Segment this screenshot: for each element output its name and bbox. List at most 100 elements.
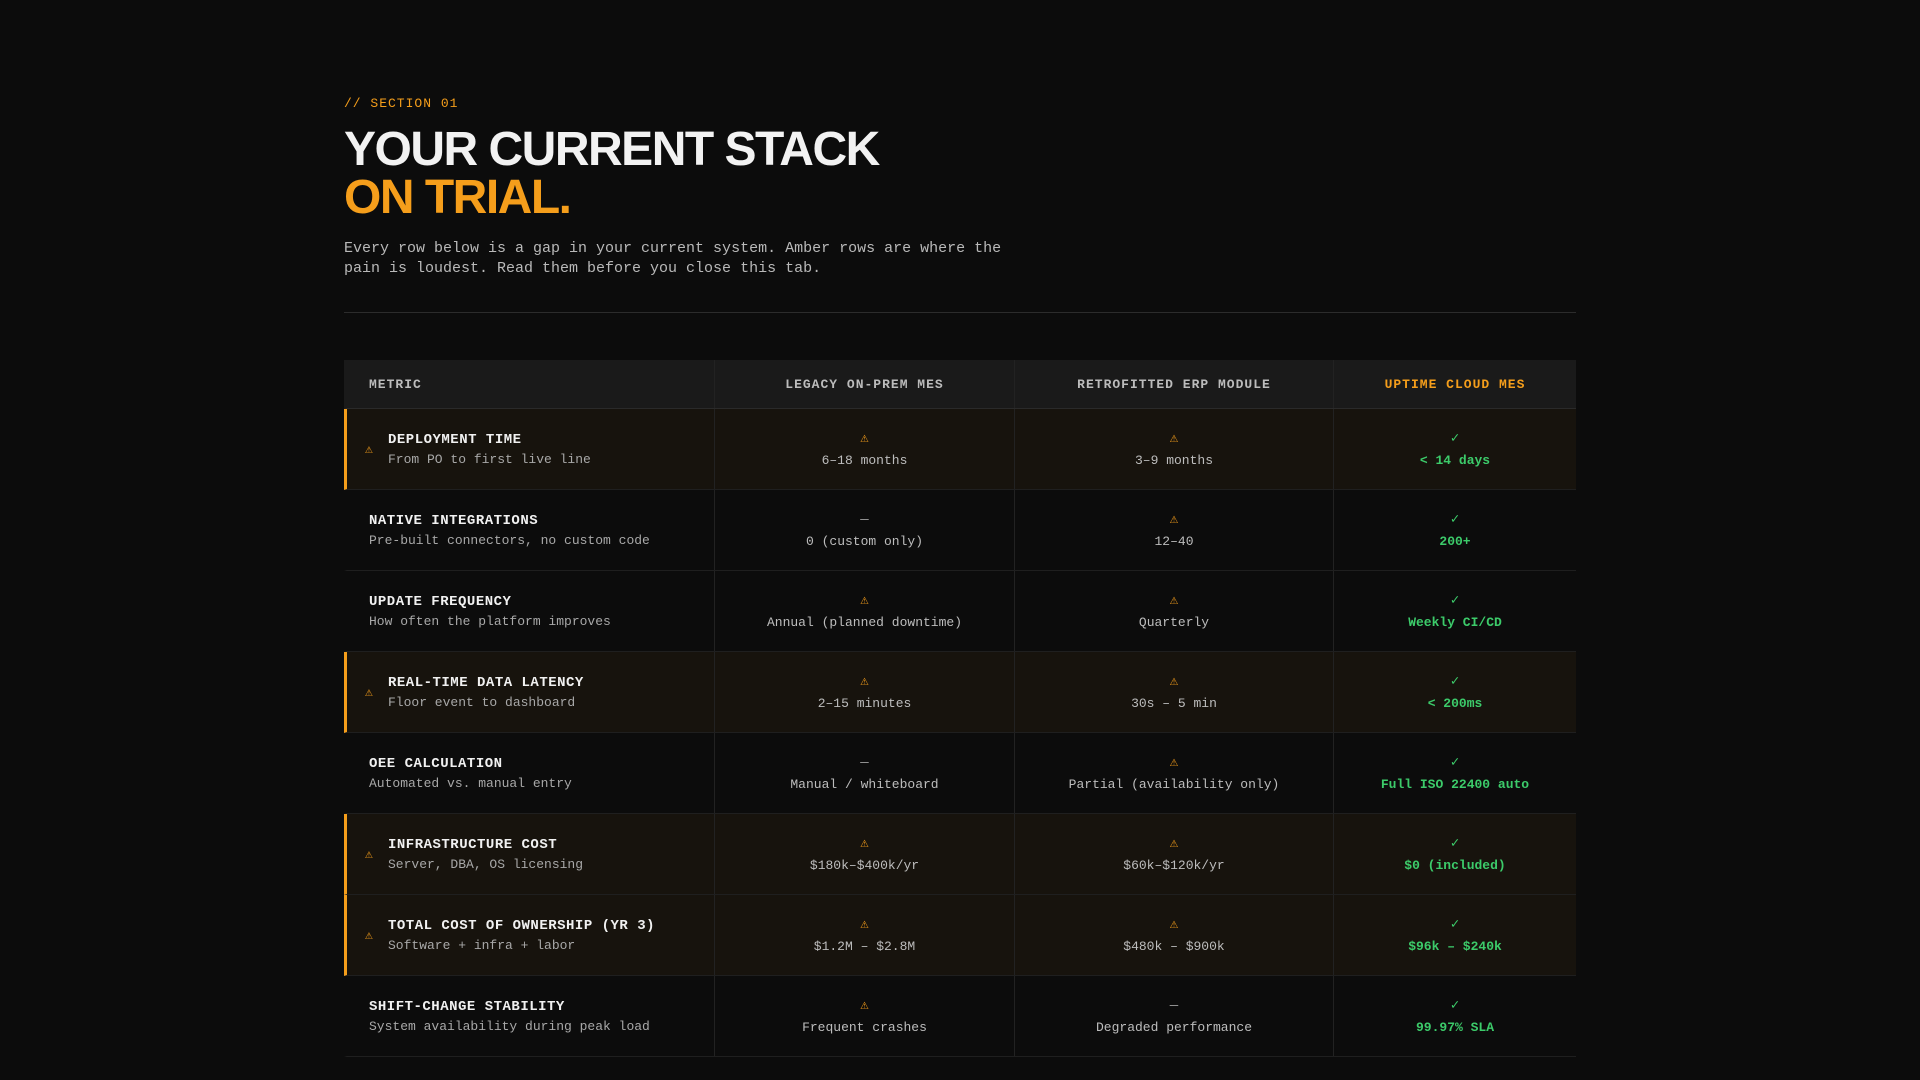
divider [344,312,1576,313]
legacy-value: Manual / whiteboard [790,776,939,792]
warning-icon: ⚠ [365,927,373,943]
metric-description: Server, DBA, OS licensing [388,856,584,872]
cloud-value: Weekly CI/CD [1408,614,1502,630]
erp-value: Partial (availability only) [1068,776,1280,792]
warning-icon: ⚠ [365,441,373,457]
cloud-value: < 200ms [1427,695,1483,711]
metric-cell: NATIVE INTEGRATIONS Pre-built connectors,… [347,490,714,570]
legacy-value: Annual (planned downtime) [766,614,963,630]
metric-description: Automated vs. manual entry [369,775,572,791]
title-line-2: ON TRIAL. [344,171,572,224]
erp-value-cell: ⚠ $60k–$120k/yr [1014,814,1333,894]
erp-value: $60k–$120k/yr [1123,857,1225,873]
table-row: ⚠ DEPLOYMENT TIME From PO to first live li… [344,409,1576,490]
cloud-value: Full ISO 22400 auto [1380,776,1530,792]
warning-icon: ⚠ [1169,430,1179,447]
cloud-value-cell: ✓ $0 (included) [1333,814,1576,894]
table-row: ⚠ TOTAL COST OF OWNERSHIP (YR 3) Software … [344,895,1576,976]
metric-name: DEPLOYMENT TIME [388,431,522,448]
metric-description: How often the platform improves [369,613,611,629]
cloud-value-cell: ✓ 200+ [1333,490,1576,570]
title-line-1: YOUR CURRENT STACK [344,123,880,176]
erp-value: 12–40 [1154,533,1194,549]
metric-text: NATIVE INTEGRATIONS Pre-built connectors,… [369,513,650,548]
legacy-value-cell: ⚠ Annual (planned downtime) [714,571,1014,651]
table-body: ⚠ DEPLOYMENT TIME From PO to first live li… [344,409,1576,1057]
legacy-value: 6–18 months [821,452,908,468]
header-erp: RETROFITTED ERP MODULE [1014,360,1333,408]
warning-icon: ⚠ [1169,511,1179,528]
metric-description: Software + infra + labor [388,937,576,953]
cloud-value: $96k – $240k [1408,938,1502,954]
metric-name: INFRASTRUCTURE COST [388,836,558,853]
warning-icon: ⚠ [860,997,869,1014]
legacy-value-cell: ⚠ $180k–$400k/yr [714,814,1014,894]
warning-icon: ⚠ [1169,835,1179,852]
header-cloud: UPTIME CLOUD MES [1333,360,1576,408]
table-header-row: METRIC LEGACY ON-PREM MES RETROFITTED ER… [344,360,1576,409]
metric-text: REAL-TIME DATA LATENCY Floor event to das… [388,675,584,710]
metric-text: INFRASTRUCTURE COST Server, DBA, OS licen… [388,837,583,872]
dash-icon: — [1169,997,1179,1014]
metric-description: Pre-built connectors, no custom code [369,532,650,548]
header-metric: METRIC [369,376,422,392]
erp-value-cell: ⚠ 12–40 [1014,490,1333,570]
erp-value-cell: ⚠ Quarterly [1014,571,1333,651]
metric-text: UPDATE FREQUENCY How often the platform i… [369,594,611,629]
cloud-value-cell: ✓ $96k – $240k [1333,895,1576,975]
legacy-value: Frequent crashes [802,1019,927,1035]
warning-icon: ⚠ [365,684,373,700]
warning-icon: ⚠ [860,430,869,447]
cloud-value-cell: ✓ 99.97% SLA [1333,976,1576,1056]
warning-icon: ⚠ [860,592,869,609]
warning-icon: ⚠ [365,846,373,862]
header-legacy: LEGACY ON-PREM MES [714,360,1014,408]
metric-name: UPDATE FREQUENCY [369,593,512,610]
table-row: ⚠ REAL-TIME DATA LATENCY Floor event to da… [344,652,1576,733]
legacy-value: 2–15 minutes [817,695,912,711]
metric-text: DEPLOYMENT TIME From PO to first live lin… [388,432,591,467]
metric-cell: ⚠ DEPLOYMENT TIME From PO to first live li… [347,409,714,489]
legacy-value-cell: — 0 (custom only) [714,490,1014,570]
check-icon: ✓ [1450,673,1460,690]
erp-value: Quarterly [1138,614,1210,630]
legacy-value-cell: ⚠ 6–18 months [714,409,1014,489]
cloud-value: 200+ [1439,533,1471,549]
warning-icon: ⚠ [1169,754,1179,771]
legacy-value-cell: ⚠ 2–15 minutes [714,652,1014,732]
metric-cell: SHIFT-CHANGE STABILITY System availabilit… [347,976,714,1056]
warning-icon: ⚠ [1169,592,1179,609]
table-row: UPDATE FREQUENCY How often the platform i… [344,571,1576,652]
legacy-value-cell: — Manual / whiteboard [714,733,1014,813]
metric-name: TOTAL COST OF OWNERSHIP (YR 3) [388,917,656,934]
section-eyebrow: // SECTION 01 [344,96,459,111]
table-row: NATIVE INTEGRATIONS Pre-built connectors,… [344,490,1576,571]
cloud-value-cell: ✓ < 14 days [1333,409,1576,489]
metric-description: From PO to first live line [388,451,591,467]
metric-description: Floor event to dashboard [388,694,576,710]
page-title: YOUR CURRENT STACK ON TRIAL. [344,123,880,224]
legacy-value: $180k–$400k/yr [809,857,920,873]
metric-name: SHIFT-CHANGE STABILITY [369,998,565,1015]
legacy-value: $1.2M – $2.8M [813,938,916,954]
erp-value: 30s – 5 min [1131,695,1217,711]
check-icon: ✓ [1450,592,1460,609]
metric-cell: UPDATE FREQUENCY How often the platform i… [347,571,714,651]
warning-icon: ⚠ [860,916,869,933]
metric-cell: ⚠ REAL-TIME DATA LATENCY Floor event to da… [347,652,714,732]
erp-value: 3–9 months [1134,452,1213,468]
cloud-value: 99.97% SLA [1415,1019,1494,1035]
erp-value-cell: — Degraded performance [1014,976,1333,1056]
dash-icon: — [860,511,869,528]
metric-cell: ⚠ INFRASTRUCTURE COST Server, DBA, OS lice… [347,814,714,894]
metric-cell: ⚠ TOTAL COST OF OWNERSHIP (YR 3) Software … [347,895,714,975]
check-icon: ✓ [1450,916,1460,933]
legacy-value-cell: ⚠ Frequent crashes [714,976,1014,1056]
cloud-value-cell: ✓ Full ISO 22400 auto [1333,733,1576,813]
erp-value: Degraded performance [1095,1019,1253,1035]
warning-icon: ⚠ [1169,916,1179,933]
metric-name: REAL-TIME DATA LATENCY [388,674,584,691]
metric-text: TOTAL COST OF OWNERSHIP (YR 3) Software +… [388,918,655,953]
cloud-value-cell: ✓ < 200ms [1333,652,1576,732]
dash-icon: — [860,754,869,771]
